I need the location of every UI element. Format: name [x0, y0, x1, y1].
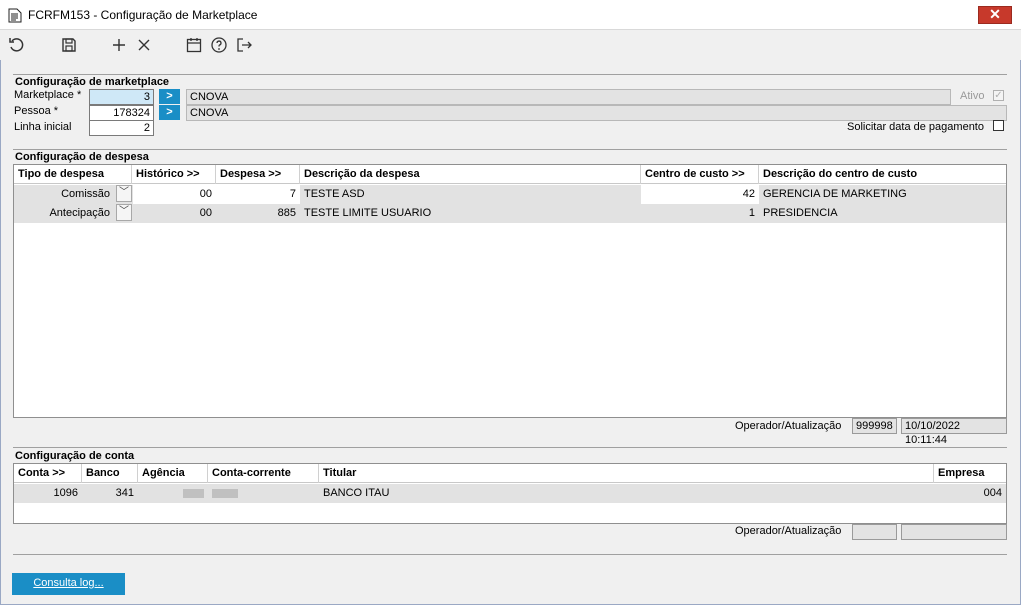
conta-section-title: Configuração de conta — [15, 450, 135, 462]
section-divider — [13, 447, 1007, 448]
marketplace-lookup-button[interactable]: > — [159, 89, 180, 104]
descricao-despesa-cell: TESTE LIMITE USUARIO — [304, 207, 432, 219]
column-header[interactable]: Conta-corrente — [208, 464, 319, 483]
ativo-label: Ativo — [960, 90, 985, 102]
conta-corrente-cell — [212, 489, 238, 498]
refresh-icon[interactable] — [7, 35, 27, 55]
historico-cell[interactable]: 00 — [133, 185, 216, 204]
exit-icon[interactable] — [234, 35, 254, 55]
operador-field — [852, 524, 897, 540]
chevron-down-icon[interactable]: ﹀ — [116, 185, 132, 202]
marketplace-section-title: Configuração de marketplace — [15, 76, 170, 88]
linha-inicial-input[interactable]: 2 — [89, 120, 154, 136]
historico-cell[interactable]: 00 — [133, 204, 216, 223]
help-icon[interactable] — [209, 35, 229, 55]
solicitar-data-label: Solicitar data de pagamento — [847, 121, 984, 133]
atualizacao-field — [901, 524, 1007, 540]
agencia-cell — [183, 489, 204, 498]
despesa-cell[interactable]: 7 — [216, 185, 300, 204]
despesa-cell[interactable]: 885 — [216, 204, 300, 223]
delete-icon[interactable] — [134, 35, 154, 55]
column-header[interactable]: Histórico >> — [132, 165, 216, 184]
chevron-down-icon[interactable]: ﹀ — [116, 204, 132, 221]
marketplace-name-field: CNOVA — [186, 89, 951, 105]
column-header[interactable]: Descrição do centro de custo — [759, 165, 1006, 184]
column-header[interactable]: Empresa — [934, 464, 1006, 483]
save-icon[interactable] — [59, 35, 79, 55]
section-divider — [13, 74, 1007, 75]
column-header[interactable]: Descrição da despesa — [300, 165, 641, 184]
operador-field: 999998 — [852, 418, 897, 434]
operador-atualizacao-label: Operador/Atualização — [735, 525, 842, 537]
centro-custo-cell[interactable]: 42 — [641, 185, 759, 204]
descricao-centro-cell: PRESIDENCIA — [763, 207, 838, 219]
marketplace-label: Marketplace * — [14, 89, 82, 101]
atualizacao-field: 10/10/2022 10:11:44 — [901, 418, 1007, 446]
marketplace-input[interactable]: 3 — [89, 89, 154, 105]
column-header[interactable]: Centro de custo >> — [641, 165, 759, 184]
column-header[interactable]: Conta >> — [14, 464, 82, 483]
banco-cell: 341 — [115, 487, 134, 499]
tipo-despesa-cell[interactable]: Comissão — [14, 185, 114, 204]
pessoa-label: Pessoa * — [14, 105, 59, 117]
calendar-icon[interactable] — [184, 35, 204, 55]
empresa-cell: 004 — [983, 487, 1002, 499]
column-header[interactable]: Banco — [82, 464, 138, 483]
section-divider — [13, 554, 1007, 555]
ativo-checkbox: ✓ — [993, 90, 1004, 101]
document-icon — [8, 8, 22, 23]
consulta-log-button[interactable]: Consulta log... — [12, 573, 125, 595]
add-icon[interactable] — [109, 35, 129, 55]
operador-atualizacao-label: Operador/Atualização — [735, 420, 842, 432]
descricao-centro-cell: GERENCIA DE MARKETING — [763, 188, 907, 200]
solicitar-data-checkbox[interactable] — [993, 120, 1004, 131]
despesa-section-title: Configuração de despesa — [15, 151, 149, 163]
column-header[interactable]: Despesa >> — [216, 165, 300, 184]
centro-custo-cell[interactable]: 1 — [641, 204, 759, 223]
column-header[interactable]: Titular — [319, 464, 934, 483]
pessoa-lookup-button[interactable]: > — [159, 105, 180, 120]
pessoa-name-field: CNOVA — [186, 105, 1007, 121]
window-title: FCRFM153 - Configuração de Marketplace — [28, 8, 258, 22]
descricao-despesa-cell: TESTE ASD — [304, 188, 365, 200]
titular-cell: BANCO ITAU — [323, 487, 390, 499]
pessoa-input[interactable]: 178324 — [89, 105, 154, 121]
conta-cell[interactable]: 1096 — [14, 484, 82, 503]
column-header[interactable]: Agência — [138, 464, 208, 483]
tipo-despesa-cell[interactable]: Antecipação — [14, 204, 114, 223]
section-divider — [13, 149, 1007, 150]
close-button[interactable]: ✕ — [978, 6, 1012, 24]
linha-inicial-label: Linha inicial — [14, 121, 72, 133]
column-header[interactable]: Tipo de despesa — [14, 165, 132, 184]
